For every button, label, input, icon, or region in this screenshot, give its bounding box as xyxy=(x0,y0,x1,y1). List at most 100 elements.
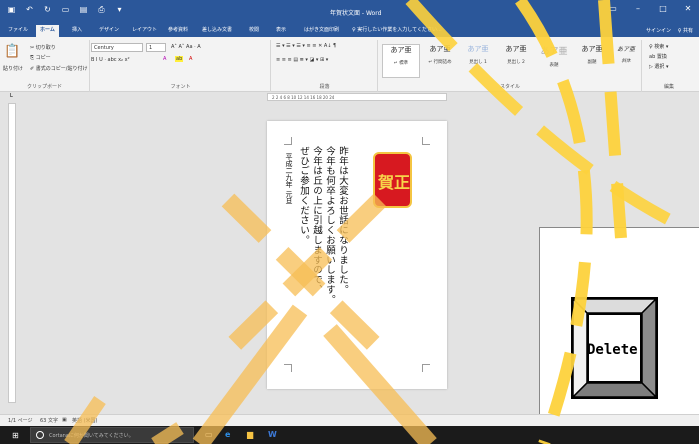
page-count[interactable]: 1/1 ページ xyxy=(8,417,33,424)
style-name: 表題 xyxy=(549,63,559,68)
new-year-seal-image[interactable]: 賀 正 xyxy=(373,152,412,208)
edge-icon[interactable]: e xyxy=(225,430,230,439)
cortana-placeholder: Cortanaに何か聞いてみてください。 xyxy=(49,433,134,439)
font-case-buttons[interactable]: A˄ A˅ Aa · A xyxy=(171,44,201,50)
delete-key-illustration: Delete xyxy=(571,297,658,399)
replace-button[interactable]: ab 置換 xyxy=(649,53,667,60)
window-controls: ▭ – □ ✕ xyxy=(608,4,693,13)
ruler-row: L 2 2 4 6 8 10 12 14 16 18 20 24 xyxy=(0,92,699,102)
paste-button[interactable]: 貼り付け xyxy=(3,65,23,72)
body-line[interactable]: ぜひご参加ください。 xyxy=(296,146,310,245)
redo-icon[interactable]: ↻ xyxy=(42,5,53,14)
style-emphasis[interactable]: あア亜 斜体 xyxy=(607,44,645,78)
close-button[interactable]: ✕ xyxy=(683,4,693,13)
copy-button[interactable]: ⎘ コピー xyxy=(30,54,51,61)
style-name: 斜体 xyxy=(621,59,631,64)
date-line[interactable]: 平成二九年 元旦 xyxy=(284,153,294,204)
ribbon: 📋 貼り付け ✂ 切り取り ⎘ コピー ✐ 書式のコピー/貼り付け クリップボー… xyxy=(0,37,699,92)
cortana-icon xyxy=(36,431,44,439)
task-view-icon[interactable]: ▭ xyxy=(205,430,213,439)
explorer-icon[interactable]: ▆ xyxy=(247,430,253,439)
tab-selector-icon[interactable]: L xyxy=(10,93,13,99)
print-preview-icon[interactable]: ⎙ xyxy=(96,5,107,14)
margin-mark xyxy=(422,137,430,145)
font-size-box[interactable]: 1 xyxy=(146,43,166,52)
tell-me-box[interactable]: ♀ 実行したい作業を入力してください... xyxy=(348,25,446,37)
tab-design[interactable]: デザイン xyxy=(95,25,123,37)
body-line[interactable]: 今年も何卒よろしくお願いします。 xyxy=(322,146,336,304)
body-line[interactable]: 今年は丘の上に引越しますので、 xyxy=(309,146,323,295)
tab-layout[interactable]: レイアウト xyxy=(128,25,161,37)
proofing-icon[interactable]: ▣ xyxy=(62,417,67,423)
document-page[interactable]: 賀 正 昨年は大変お世話になりました。 今年も何卒よろしくお願いします。 今年は… xyxy=(267,121,447,389)
undo-icon[interactable]: ↶ xyxy=(24,5,35,14)
tab-file[interactable]: ファイル xyxy=(4,25,32,37)
delete-key-label: Delete xyxy=(587,342,638,358)
highlight-icon[interactable]: ab xyxy=(175,56,184,62)
tab-review[interactable]: 校閲 xyxy=(245,25,263,37)
style-heading-2[interactable]: あア亜見出し 2 xyxy=(497,44,535,78)
save-icon[interactable]: ▣ xyxy=(6,5,17,14)
style-sample: あア亜 xyxy=(429,45,451,53)
tab-home[interactable]: ホーム xyxy=(36,25,59,37)
windows-start-icon[interactable]: ⊞ xyxy=(12,431,19,440)
open-icon[interactable]: ▤ xyxy=(78,5,89,14)
signin-link[interactable]: サインイン xyxy=(646,27,671,34)
editing-group: ♀ 検索 ▾ ab 置換 ▷ 選択 ▾ 編集 xyxy=(643,40,695,92)
style-heading-1[interactable]: あア亜 見出し 1 xyxy=(459,44,497,78)
font-color-icon[interactable]: A xyxy=(189,56,192,62)
style-normal[interactable]: あア亜 ↵ 標準 xyxy=(382,44,420,78)
margin-mark xyxy=(422,364,430,372)
paragraph-group: ☰ ▾ ☰ ▾ ☰ ▾ ≡ ≡ ✕ A↓ ¶ ≡ ≡ ≡ ▤ ≣ ▾ ◪ ▾ ⊞… xyxy=(272,40,378,92)
style-sample: あア亜 xyxy=(505,45,527,53)
alignment-icons[interactable]: ≡ ≡ ≡ ▤ ≣ ▾ ◪ ▾ ⊞ ▾ xyxy=(276,57,328,63)
style-name: 副題 xyxy=(587,60,597,65)
title-bar: ▣ ↶ ↻ ▭ ▤ ⎙ ▾ 年賀状文面 - Word ▭ – □ ✕ xyxy=(0,0,699,23)
select-button[interactable]: ▷ 選択 ▾ xyxy=(649,63,669,70)
taskbar: ⊞ Cortanaに何か聞いてみてください。 ▭ e ▆ W xyxy=(0,426,699,444)
font-name-box[interactable]: Century xyxy=(91,43,143,52)
styles-group: あア亜 ↵ 標準 あア亜 ↵ 行間詰め あア亜 見出し 1 あア亜 見出し 2 あア亜表… xyxy=(379,40,642,92)
paste-icon[interactable]: 📋 xyxy=(4,44,20,59)
editing-label: 編集 xyxy=(663,84,674,90)
tab-postcard[interactable]: はがき文面印刷 xyxy=(300,25,343,37)
style-sample: あア亜 xyxy=(540,47,568,57)
word-taskbar-icon[interactable]: W xyxy=(268,430,277,439)
format-painter-button[interactable]: ✐ 書式のコピー/貼り付け xyxy=(30,65,87,72)
margin-mark xyxy=(284,137,292,145)
delete-key-callout: Delete xyxy=(539,227,699,444)
bullets-icon[interactable]: ☰ ▾ ☰ ▾ ☰ ▾ ≡ ≡ ✕ A↓ ¶ xyxy=(276,43,336,49)
tab-insert[interactable]: 挿入 xyxy=(68,25,86,37)
cut-button[interactable]: ✂ 切り取り xyxy=(30,44,56,51)
word-count[interactable]: 63 文字 xyxy=(40,417,58,424)
ruler-ticks: 2 2 4 6 8 10 12 14 16 18 20 24 xyxy=(272,95,335,100)
horizontal-ruler[interactable]: 2 2 4 6 8 10 12 14 16 18 20 24 xyxy=(267,93,447,101)
tab-references[interactable]: 参考資料 xyxy=(164,25,192,37)
style-sample: あア亜 xyxy=(581,45,603,53)
maximize-button[interactable]: □ xyxy=(658,4,668,13)
new-doc-icon[interactable]: ▭ xyxy=(60,5,71,14)
seal-char: 正 xyxy=(394,173,411,192)
tab-view[interactable]: 表示 xyxy=(272,25,290,37)
style-no-spacing[interactable]: あア亜 ↵ 行間詰め xyxy=(421,44,459,78)
style-sample: あア亜 xyxy=(616,46,635,53)
ribbon-display-options-button[interactable]: ▭ xyxy=(608,4,618,13)
style-subtitle[interactable]: あア亜 副題 xyxy=(573,44,611,78)
qat-more-icon[interactable]: ▾ xyxy=(114,5,125,14)
vertical-ruler[interactable] xyxy=(8,103,16,403)
language-indicator[interactable]: 英語 (米国) xyxy=(72,417,98,424)
body-line[interactable]: 昨年は大変お世話になりました。 xyxy=(335,146,349,295)
minimize-button[interactable]: – xyxy=(633,4,643,13)
cortana-search-box[interactable]: Cortanaに何か聞いてみてください。 xyxy=(30,427,194,443)
style-name: ↵ 行間詰め xyxy=(428,60,452,65)
text-effects-icon[interactable]: A xyxy=(163,56,166,62)
ribbon-tabs: ファイル ホーム 挿入 デザイン レイアウト 参考資料 差し込み文書 校閲 表示… xyxy=(0,23,699,37)
style-title[interactable]: あア亜 表題 xyxy=(535,44,573,78)
font-style-buttons[interactable]: B I U · abc x₂ x² xyxy=(91,57,130,63)
share-button[interactable]: ♀ 共有 xyxy=(678,27,693,34)
tab-mailings[interactable]: 差し込み文書 xyxy=(198,25,236,37)
style-name: 見出し 2 xyxy=(507,60,525,65)
find-button[interactable]: ♀ 検索 ▾ xyxy=(649,43,668,50)
style-name: ↵ 標準 xyxy=(393,61,409,66)
font-group: Century 1 A˄ A˅ Aa · A B I U · abc x₂ x²… xyxy=(91,40,271,92)
